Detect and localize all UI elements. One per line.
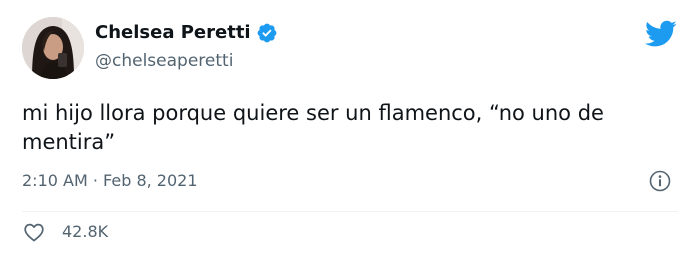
- twitter-bird-icon[interactable]: [645, 20, 677, 48]
- tweet-text: mi hijo llora porque quiere ser un flame…: [22, 101, 604, 154]
- author-handle[interactable]: @chelseaperetti: [95, 50, 233, 72]
- like-button[interactable]: 42.8K: [22, 220, 108, 244]
- like-count: 42.8K: [62, 222, 109, 241]
- avatar[interactable]: [22, 17, 84, 79]
- heart-icon: [22, 220, 46, 244]
- verified-badge-icon: [256, 22, 278, 44]
- author-display-name[interactable]: Chelsea Peretti: [95, 21, 278, 45]
- tweet-timestamp[interactable]: 2:10 AM · Feb 8, 2021: [22, 171, 198, 191]
- author-display-name-text: Chelsea Peretti: [95, 22, 251, 43]
- info-icon[interactable]: [649, 170, 671, 192]
- divider: [22, 211, 678, 212]
- tweet-card: Chelsea Peretti @chelseaperetti mi hijo …: [0, 0, 700, 259]
